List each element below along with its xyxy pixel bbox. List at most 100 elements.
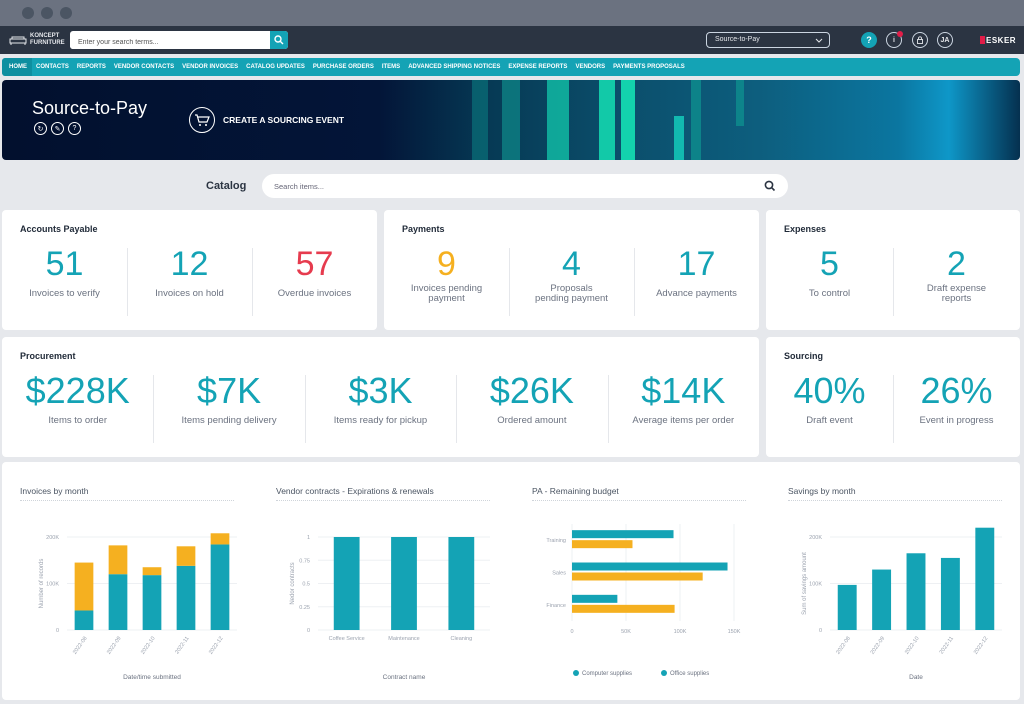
banner-decoration [621, 80, 635, 160]
kpi-tile[interactable]: 26% Event in progress [893, 371, 1020, 431]
bar [108, 545, 128, 575]
global-search [70, 31, 288, 49]
nav-item-vendor-contacts[interactable]: VENDOR CONTACTS [110, 58, 178, 76]
esker-mark-icon [980, 36, 985, 44]
x-tick-label: 2022-08 [72, 636, 88, 656]
y-tick-label: 200K [46, 535, 59, 541]
x-tick-label: 2022-10 [904, 636, 920, 656]
kpi-divider [252, 248, 253, 316]
bar [872, 569, 892, 630]
kpi-tile[interactable]: 9 Invoices pending payment [384, 244, 509, 304]
kpi-divider [153, 375, 155, 443]
edit-icon[interactable]: ✎ [51, 122, 64, 135]
refresh-icon[interactable]: ↻ [34, 122, 47, 135]
nav-item-reports[interactable]: REPORTS [73, 58, 110, 76]
app-selector-dropdown[interactable]: Source-to-Pay [706, 32, 830, 48]
global-search-input[interactable] [70, 33, 270, 49]
security-button[interactable] [912, 32, 928, 48]
nav-item-vendor-invoices[interactable]: VENDOR INVOICES [178, 58, 242, 76]
esker-brand-text: ESKER [986, 36, 1017, 45]
kpi-value: 57 [295, 245, 334, 283]
card-title: Payments [402, 224, 445, 234]
y-tick-label: 0.25 [299, 605, 310, 611]
kpi-label: To control [808, 288, 851, 299]
x-tick-label: 2022-09 [870, 636, 886, 656]
procurement-card: Procurement $228K Items to order $7K Items … [2, 337, 759, 457]
catalog-label: Catalog [206, 180, 247, 192]
window-minimize-button[interactable] [41, 7, 53, 19]
kpi-divider [634, 248, 635, 316]
company-logo[interactable]: KONCEPT FURNITURE [8, 33, 65, 47]
nav-item-payments-proposals[interactable]: PAYMENTS PROPOSALS [609, 58, 689, 76]
kpi-tile[interactable]: $228K Items to order [2, 371, 153, 431]
kpi-label: Items pending delivery [181, 415, 277, 426]
kpi-tile[interactable]: $26K Ordered amount [456, 371, 607, 431]
x-tick-label: 2022-11 [174, 636, 190, 656]
kpi-tile[interactable]: 2 Draft expense reports [893, 244, 1020, 304]
window-maximize-button[interactable] [60, 7, 72, 19]
kpi-value: 17 [677, 245, 716, 283]
x-tick-label: 0 [570, 629, 573, 635]
nav-item-home[interactable]: HOME [2, 58, 32, 76]
create-sourcing-event-button[interactable]: CREATE A SOURCING EVENT [189, 107, 344, 133]
kpi-label: Draft expense reports [926, 283, 987, 304]
window-close-button[interactable] [22, 7, 34, 19]
y-tick-label: 1 [307, 535, 310, 541]
kpi-tile[interactable]: $3K Items ready for pickup [305, 371, 456, 431]
y-tick-label: 0 [56, 628, 59, 634]
nav-item-catalog-updates[interactable]: CATALOG UPDATES [242, 58, 309, 76]
kpi-label: Event in progress [919, 415, 994, 426]
catalog-search-input[interactable] [262, 174, 742, 198]
user-initials: JA [940, 36, 950, 44]
y-tick-label: 100K [46, 582, 59, 588]
nav-item-purchase-orders[interactable]: PURCHASE ORDERS [309, 58, 378, 76]
legend-marker [661, 670, 667, 676]
help-button[interactable]: ? [861, 32, 877, 48]
user-avatar[interactable]: JA [937, 32, 953, 48]
kpi-tile[interactable]: 17 Advance payments [634, 244, 759, 304]
nav-item-items[interactable]: ITEMS [378, 58, 404, 76]
legend-label: Office supplies [670, 671, 709, 677]
kpi-value: $14K [641, 370, 726, 411]
savings-by-month-chart: 0 100K 200K Sum of savings amount 2022-08 202… [802, 527, 1002, 681]
bar [74, 610, 94, 630]
legend-marker [573, 670, 579, 676]
kpi-tile[interactable]: $14K Average items per order [608, 371, 759, 431]
nav-item-expense-reports[interactable]: EXPENSE REPORTS [504, 58, 571, 76]
notifications-button[interactable]: i [886, 31, 903, 48]
nav-item-contacts[interactable]: CONTACTS [32, 58, 73, 76]
kpi-divider [893, 248, 894, 316]
kpi-tile[interactable]: 4 Proposals pending payment [509, 244, 634, 304]
payments-card: Payments 9 Invoices pending payment 4 Propo… [384, 210, 759, 330]
global-search-button[interactable] [270, 31, 288, 49]
kpi-divider [893, 375, 894, 443]
bar [176, 546, 196, 566]
kpi-tile[interactable]: 57 Overdue invoices [252, 244, 377, 304]
kpi-label: Invoices pending payment [410, 283, 483, 304]
chart-divider [788, 500, 1002, 501]
chart-divider [20, 500, 234, 501]
bar [572, 604, 675, 613]
help-circle-icon[interactable]: ? [68, 122, 81, 135]
create-sourcing-event-label: CREATE A SOURCING EVENT [223, 115, 345, 125]
kpi-tile[interactable]: 12 Invoices on hold [127, 244, 252, 304]
kpi-label: Ordered amount [497, 415, 567, 426]
bar [837, 584, 857, 630]
kpi-value: 26% [920, 370, 993, 411]
kpi-value: 4 [562, 245, 581, 283]
kpi-value: 9 [437, 245, 456, 283]
x-tick-label: 2022-10 [140, 636, 156, 656]
nav-item-advanced-shipping-notices[interactable]: ADVANCED SHIPPING NOTICES [404, 58, 504, 76]
x-tick-label: Cleaning [450, 636, 472, 642]
kpi-tile[interactable]: 5 To control [766, 244, 893, 304]
card-title: Expenses [784, 224, 827, 234]
kpi-tile[interactable]: 40% Draft event [766, 371, 893, 431]
kpi-tile[interactable]: 51 Invoices to verify [2, 244, 127, 304]
banner-title: Source-to-Pay [32, 98, 148, 118]
esker-logo: ESKER [980, 36, 1016, 45]
nav-item-vendors[interactable]: VENDORS [571, 58, 609, 76]
kpi-label: Items to order [48, 415, 107, 426]
banner-decoration [472, 80, 488, 160]
kpi-tile[interactable]: $7K Items pending delivery [153, 371, 304, 431]
search-icon[interactable] [764, 180, 776, 192]
